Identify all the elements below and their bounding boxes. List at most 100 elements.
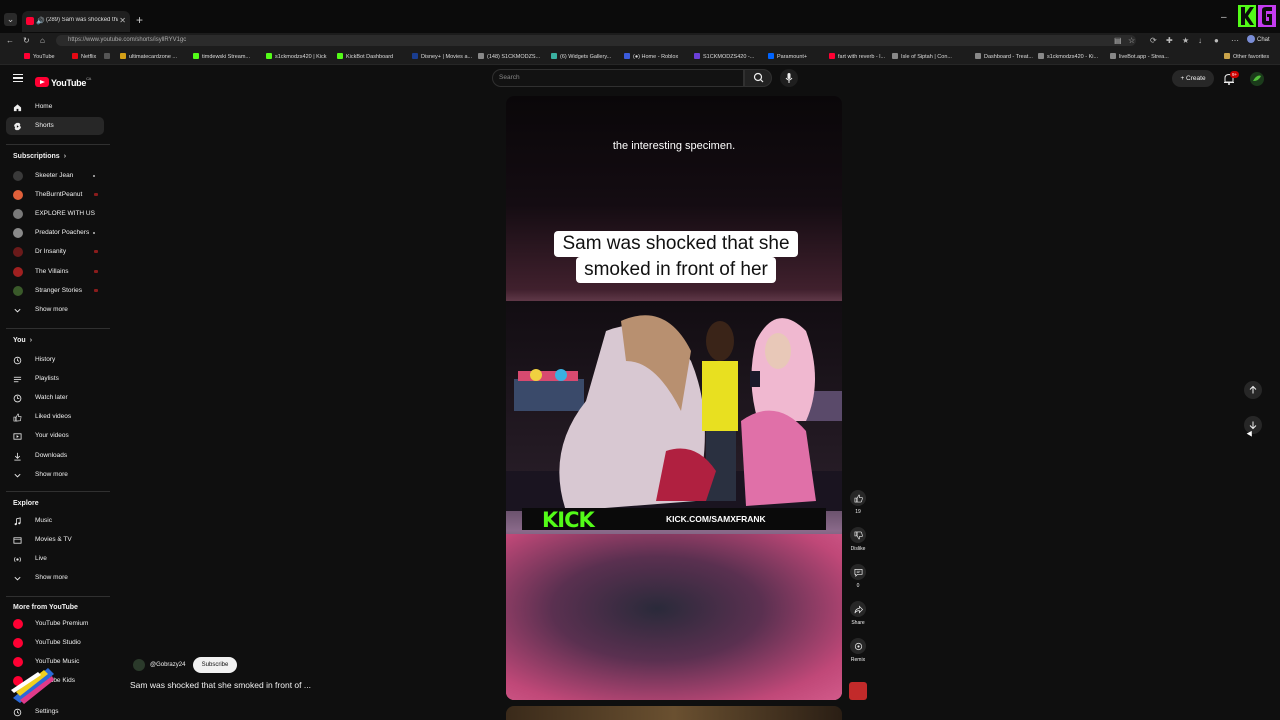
more-menu-icon[interactable]: ⋯ xyxy=(1231,36,1239,45)
youtube-logo[interactable]: YouTubeCA xyxy=(35,73,91,88)
create-button[interactable]: + Create xyxy=(1172,70,1214,87)
sidebar-item-movies[interactable]: Movies & TV xyxy=(6,531,104,549)
favorites-icon[interactable]: ★ xyxy=(1182,36,1189,45)
extensions-icon[interactable]: ⟳ xyxy=(1150,36,1157,45)
menu-icon[interactable] xyxy=(13,74,23,82)
bookmark-label: s1ckmodzs420 | Kick xyxy=(275,54,327,60)
favorite-star-icon[interactable]: ☆ xyxy=(1128,36,1135,45)
live-indicator-icon xyxy=(94,193,98,197)
new-tab-button[interactable]: + xyxy=(136,14,143,26)
share-action[interactable]: Share xyxy=(850,601,866,626)
bookmark-item[interactable]: Isle of Siptah | Con... xyxy=(892,53,952,61)
speaker-icon[interactable]: 🔊 xyxy=(36,17,45,25)
sidebar-item-your-videos[interactable]: Your videos xyxy=(6,427,104,445)
bookmark-item[interactable]: s1ckmodzs420 | Kick xyxy=(266,53,327,61)
shorts-video-player[interactable]: the interesting specimen. Sam was shocke… xyxy=(506,96,842,700)
bookmark-item[interactable]: s1ckmodzs420 - Ki... xyxy=(1038,53,1098,61)
url-field[interactable]: https://www.youtube.com/shorts/isyllRYV1… xyxy=(56,35,1136,46)
sound-thumbnail[interactable] xyxy=(849,682,867,700)
bookmark-label: KickBot Dashboard xyxy=(346,54,394,60)
remix-button[interactable] xyxy=(850,638,866,654)
create-label: Create xyxy=(1186,75,1206,82)
other-favorites[interactable]: Other favorites xyxy=(1224,53,1269,61)
previous-short-button[interactable] xyxy=(1244,381,1262,399)
dislike-action[interactable]: Dislike xyxy=(850,527,866,552)
bookmark-item[interactable]: (●) Home - Roblox xyxy=(624,53,678,61)
sidebar-item-live[interactable]: Live xyxy=(6,550,104,568)
sidebar-item-chevron-down[interactable]: Show more xyxy=(6,466,104,484)
reload-icon[interactable]: ↻ xyxy=(23,36,30,45)
subscribe-button[interactable]: Subscribe xyxy=(193,657,237,673)
bookmark-item[interactable]: (6) Widgets Gallery... xyxy=(551,53,611,61)
sidebar: Home Shorts Subscriptions › Skeeter Jean TheB… xyxy=(0,92,110,720)
reader-icon[interactable]: ▤ xyxy=(1114,36,1122,45)
bookmark-item[interactable]: timdewski Stream... xyxy=(193,53,250,61)
tab-actions-button[interactable]: ⌄ xyxy=(4,13,17,26)
next-short-preview[interactable] xyxy=(506,706,842,720)
sidebar-item-music[interactable]: Music xyxy=(6,512,104,530)
comments-button[interactable] xyxy=(850,564,866,580)
sidebar-item-history[interactable]: History xyxy=(6,351,104,369)
sidebar-item-youtube-product[interactable]: YouTube Premium xyxy=(6,615,104,633)
sidebar-subscription-item[interactable]: Dr Insanity xyxy=(6,243,104,261)
subscriptions-show-more[interactable]: Show more xyxy=(6,301,104,319)
bookmark-item[interactable]: YouTube xyxy=(24,53,55,61)
puzzle-icon[interactable]: ✚ xyxy=(1166,36,1173,45)
thumbs-up-icon xyxy=(854,494,863,502)
bookmark-item[interactable]: Netflix xyxy=(72,53,96,61)
bookmark-item[interactable]: Paramount+ xyxy=(768,53,807,61)
bookmark-item[interactable]: S1CKMODZS420 -... xyxy=(694,53,754,61)
channel-avatar xyxy=(13,171,23,181)
home-icon[interactable]: ⌂ xyxy=(40,36,45,45)
sidebar-item-watch-later[interactable]: Watch later xyxy=(6,389,104,407)
copilot-chat-button[interactable]: Chat xyxy=(1247,35,1280,46)
you-heading[interactable]: You › xyxy=(13,337,32,344)
bookmark-item[interactable]: ultimatecardzone ... xyxy=(120,53,177,61)
download-icon[interactable]: ↓ xyxy=(1198,36,1202,45)
sidebar-subscription-item[interactable]: EXPLORE WITH US xyxy=(6,205,104,223)
minimize-window-button[interactable]: – xyxy=(1221,12,1227,23)
channel-name[interactable]: @Gobrazy24 xyxy=(150,662,185,668)
search-input[interactable]: Search xyxy=(492,69,744,87)
account-avatar[interactable] xyxy=(1250,72,1264,86)
bookmark-item[interactable]: liveBot.app - Strea... xyxy=(1110,53,1169,61)
sidebar-item-liked[interactable]: Liked videos xyxy=(6,408,104,426)
sidebar-item-home[interactable]: Home xyxy=(6,98,104,116)
sidebar-subscription-item[interactable]: Stranger Stories xyxy=(6,282,104,300)
bookmark-item[interactable]: (148) S1CKMODZS... xyxy=(478,53,540,61)
share-button[interactable] xyxy=(850,601,866,617)
voice-search-button[interactable] xyxy=(780,69,798,87)
remix-action[interactable]: Remix xyxy=(850,638,866,663)
bookmark-item[interactable]: KickBot Dashboard xyxy=(337,53,393,61)
sidebar-item-settings[interactable]: Settings xyxy=(6,703,104,720)
sidebar-subscription-item[interactable]: Predator Poachers xyxy=(6,224,104,242)
sidebar-item-youtube-product[interactable]: YouTube Studio xyxy=(6,634,104,652)
dislike-button[interactable] xyxy=(850,527,866,543)
thumbs-down-icon xyxy=(854,531,863,539)
sidebar-item-chevron-down[interactable]: Show more xyxy=(6,569,104,587)
browser-tab-active[interactable]: 🔊 (289) Sam was shocked that s ✕ xyxy=(22,11,130,32)
sidebar-item-downloads[interactable]: Downloads xyxy=(6,447,104,465)
bookmark-item[interactable]: fart with reverb - l... xyxy=(829,53,885,61)
video-title[interactable]: Sam was shocked that she smoked in front… xyxy=(130,680,311,690)
sidebar-item-shorts[interactable]: Shorts xyxy=(6,117,104,135)
like-button[interactable] xyxy=(850,490,866,506)
channel-avatar[interactable] xyxy=(133,659,145,671)
search-button[interactable] xyxy=(744,69,772,87)
bookmark-label: Dashboard - Treat... xyxy=(984,54,1033,60)
sidebar-item-playlists[interactable]: Playlists xyxy=(6,370,104,388)
sidebar-subscription-item[interactable]: Skeeter Jean xyxy=(6,167,104,185)
back-arrow-icon[interactable]: ← xyxy=(6,36,14,45)
bookmark-item[interactable] xyxy=(104,53,113,61)
bookmark-favicon-icon xyxy=(975,53,981,59)
bookmark-label: (●) Home - Roblox xyxy=(633,54,679,60)
comments-action[interactable]: 0 xyxy=(850,564,866,589)
sidebar-subscription-item[interactable]: TheBurntPeanut xyxy=(6,186,104,204)
sidebar-subscription-item[interactable]: The Villains xyxy=(6,263,104,281)
like-action[interactable]: 19 xyxy=(850,490,866,515)
bookmark-item[interactable]: Dashboard - Treat... xyxy=(975,53,1033,61)
close-tab-icon[interactable]: ✕ xyxy=(119,16,126,25)
bookmark-item[interactable]: Disney+ | Movies a... xyxy=(412,53,472,61)
subscriptions-heading[interactable]: Subscriptions › xyxy=(13,153,66,160)
account-icon[interactable]: ● xyxy=(1214,36,1219,45)
